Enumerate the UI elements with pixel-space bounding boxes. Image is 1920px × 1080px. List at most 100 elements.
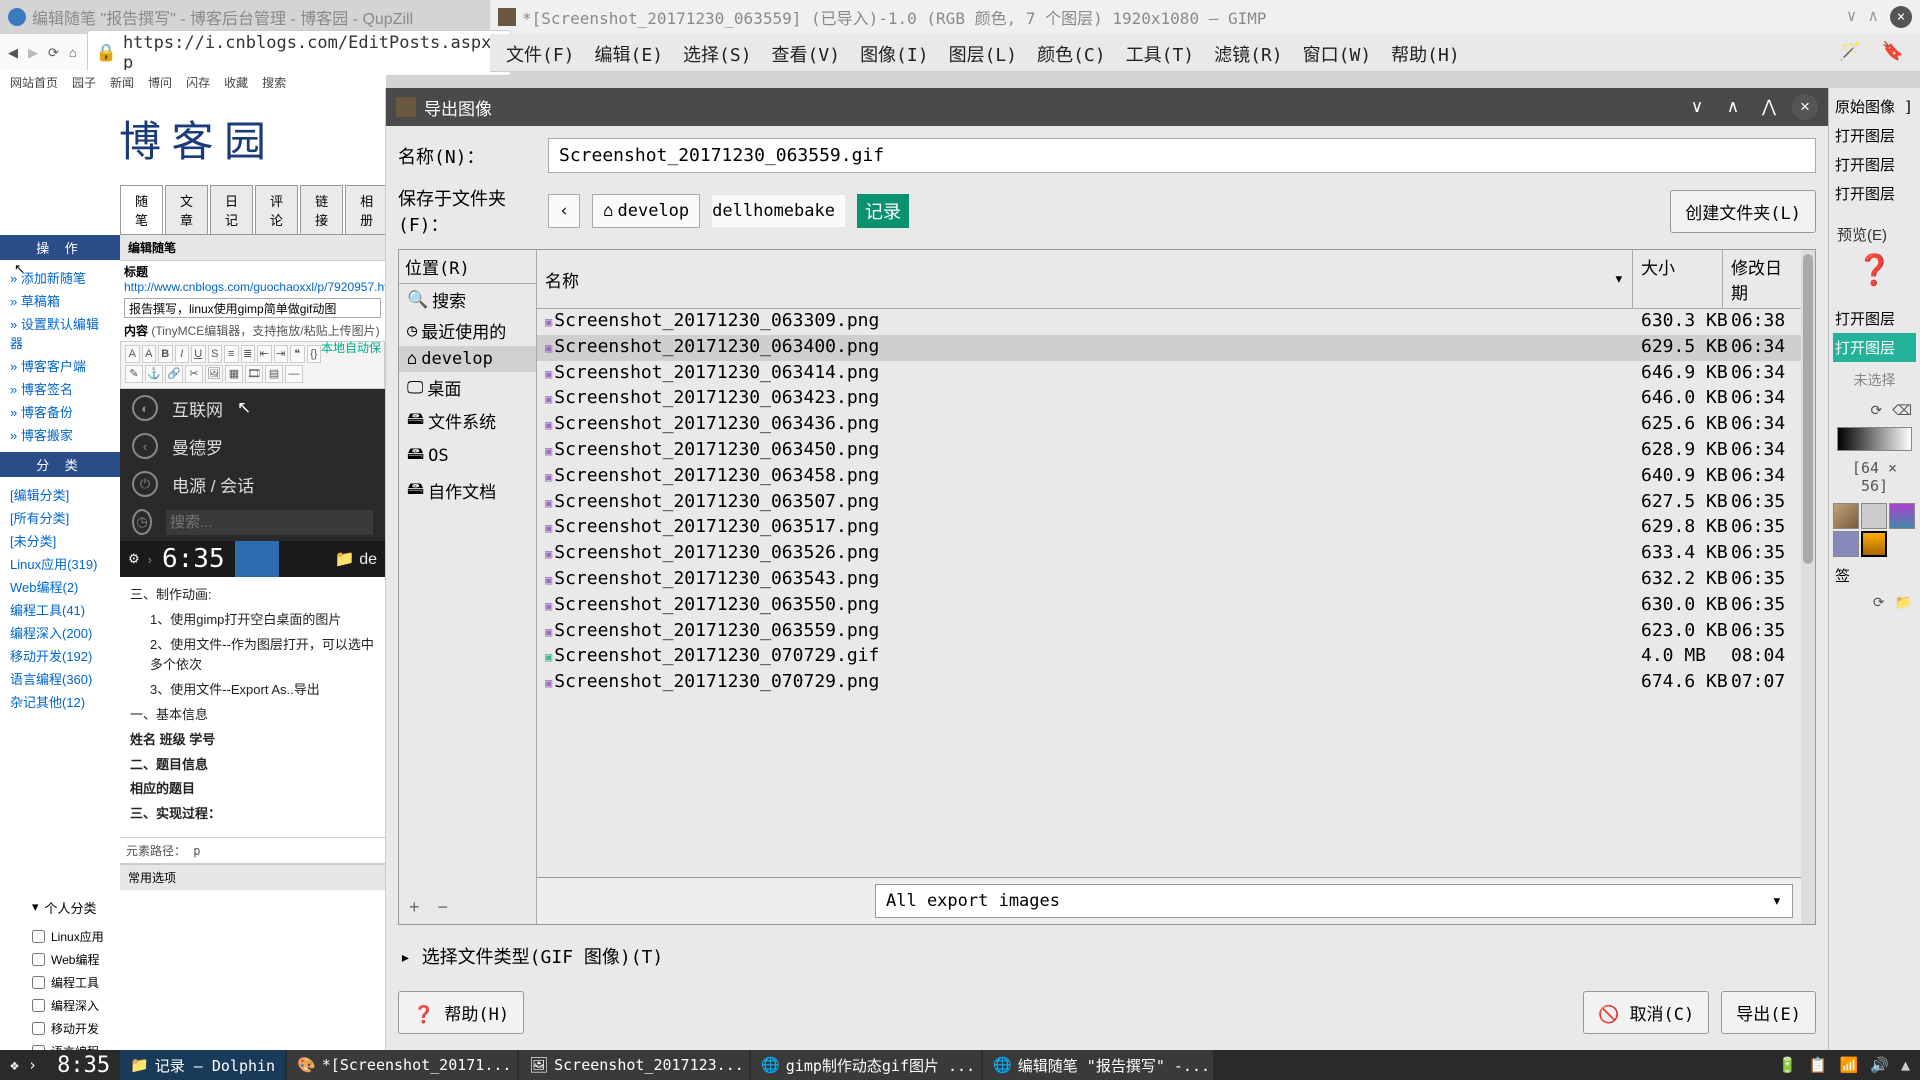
file-row[interactable]: ▣Screenshot_20171230_063436.png625.6 KB0… xyxy=(537,412,1801,438)
title-url[interactable]: http://www.cnblogs.com/guochaoxxl/p/7920… xyxy=(124,280,386,294)
filetype-expander[interactable]: ▸ 选择文件类型(GIF 图像)(T) xyxy=(398,937,1816,975)
tab-comment[interactable]: 评论 xyxy=(255,185,298,234)
file-row[interactable]: ▣Screenshot_20171230_063543.png632.2 KB0… xyxy=(537,567,1801,593)
task-gimp3[interactable]: 🌐 gimp制作动态gif图片 ... xyxy=(751,1050,981,1080)
link-client[interactable]: 博客客户端 xyxy=(10,354,110,377)
minimize-icon[interactable]: ∨ xyxy=(1847,6,1857,28)
rte-edit-icon[interactable]: ✎ xyxy=(125,365,143,383)
rte-font-icon[interactable]: A xyxy=(125,345,140,363)
col-size[interactable]: 大小 xyxy=(1633,250,1723,308)
rte-underline-icon[interactable]: U xyxy=(191,345,206,363)
rte-hr-icon[interactable]: — xyxy=(285,365,303,383)
forward-icon[interactable]: ▶ xyxy=(28,44,38,62)
rte-film-icon[interactable]: 🎞 xyxy=(245,365,263,383)
rte-anchor-icon[interactable]: ⚓ xyxy=(145,365,163,383)
tab-diary[interactable]: 日记 xyxy=(210,185,253,234)
dark-search[interactable] xyxy=(166,510,373,535)
add-place-icon[interactable]: + xyxy=(409,897,420,918)
menu-layers[interactable]: 图层(L) xyxy=(941,38,1026,67)
place-recent[interactable]: ◷最近使用的 xyxy=(399,315,536,346)
task-dolphin[interactable]: 📁 记录 — Dolphin xyxy=(120,1050,285,1080)
filename-input[interactable] xyxy=(548,138,1816,173)
menu-tools[interactable]: 工具(T) xyxy=(1118,38,1203,67)
wifi-icon[interactable]: 📶 xyxy=(1840,1056,1859,1074)
file-row[interactable]: ▣Screenshot_20171230_063559.png623.0 KB0… xyxy=(537,619,1801,645)
rte-link-icon[interactable]: 🔗 xyxy=(165,365,183,383)
chevron-up-icon[interactable]: ∧ xyxy=(1720,94,1746,120)
url-bar[interactable]: 🔒 https://i.cnblogs.com/EditPosts.aspx?p xyxy=(87,30,511,76)
gimp-menubar[interactable]: 文件(F) 编辑(E) 选择(S) 查看(V) 图像(I) 图层(L) 颜色(C… xyxy=(490,34,1920,72)
tool-wand-icon[interactable]: 🪄 xyxy=(1831,38,1869,67)
path-chip-dellhomebake[interactable]: dellhomebake xyxy=(712,195,845,227)
create-folder-button[interactable]: 创建文件夹(L) xyxy=(1670,190,1816,233)
rte-quote-icon[interactable]: ❝ xyxy=(290,345,305,363)
rte-outdent-icon[interactable]: ⇤ xyxy=(257,345,272,363)
link-cat-tools[interactable]: 编程工具(41) xyxy=(10,598,110,621)
export-button[interactable]: 导出(E) xyxy=(1721,991,1816,1034)
layer-item[interactable]: 打开图层 xyxy=(1833,179,1916,208)
category-checkbox[interactable]: 移动开发 xyxy=(32,1017,228,1040)
link-signature[interactable]: 博客签名 xyxy=(10,377,110,400)
place-develop[interactable]: ⌂develop xyxy=(399,346,536,372)
rte-ol-icon[interactable]: ≣ xyxy=(241,345,256,363)
link-cat-mobile[interactable]: 移动开发(192) xyxy=(10,644,110,667)
file-row[interactable]: ▣Screenshot_20171230_063507.png627.5 KB0… xyxy=(537,490,1801,516)
volume-icon[interactable]: 🔊 xyxy=(1870,1056,1889,1074)
menu-help[interactable]: 帮助(H) xyxy=(1383,38,1468,67)
task-browser[interactable]: 🌐 编辑随笔 "报告撰写" -... xyxy=(983,1050,1213,1080)
layer-item[interactable]: 打开图层 xyxy=(1833,304,1916,333)
menu-icon[interactable]: ⋀ xyxy=(1756,94,1782,120)
help-button[interactable]: ❓ 帮助(H) xyxy=(398,991,524,1034)
file-row[interactable]: ▣Screenshot_20171230_063400.png629.5 KB0… xyxy=(537,335,1801,361)
menu-colors[interactable]: 颜色(C) xyxy=(1029,38,1114,67)
title-input[interactable] xyxy=(124,298,381,318)
close-icon[interactable]: × xyxy=(1890,6,1912,28)
rte-italic-icon[interactable]: I xyxy=(175,345,190,363)
rte-unlink-icon[interactable]: ✂ xyxy=(185,365,203,383)
link-cat-deep[interactable]: 编程深入(200) xyxy=(10,621,110,644)
chevron-down-icon[interactable]: ∨ xyxy=(1684,94,1710,120)
file-row[interactable]: ▣Screenshot_20171230_063414.png646.9 KB0… xyxy=(537,361,1801,387)
back-icon[interactable]: ◀ xyxy=(8,44,18,62)
file-row[interactable]: ▣Screenshot_20171230_063526.png633.4 KB0… xyxy=(537,541,1801,567)
link-new-post[interactable]: 添加新随笔 xyxy=(10,266,110,289)
remove-place-icon[interactable]: − xyxy=(438,897,449,918)
file-row[interactable]: ▣Screenshot_20171230_070729.gif4.0 MB08:… xyxy=(537,644,1801,670)
col-date[interactable]: 修改日期 xyxy=(1723,250,1801,308)
pattern-thumb[interactable] xyxy=(1861,531,1887,557)
tag-field[interactable]: 签 xyxy=(1833,561,1916,590)
path-record[interactable]: 记录 xyxy=(857,194,909,228)
path-back-button[interactable]: ‹ xyxy=(548,194,580,228)
link-move[interactable]: 博客搬家 xyxy=(10,423,110,446)
notifications-icon[interactable]: ▲ xyxy=(1901,1056,1910,1074)
tool-flip-icon[interactable]: 🔖 xyxy=(1874,38,1912,67)
menu-filters[interactable]: 滤镜(R) xyxy=(1206,38,1291,67)
post-body[interactable]: 三、制作动画: 1、使用gimp打开空白桌面的图片 2、使用文件--作为图层打开… xyxy=(120,577,385,837)
file-row[interactable]: ▣Screenshot_20171230_063458.png640.9 KB0… xyxy=(537,464,1801,490)
rte-ul-icon[interactable]: ≡ xyxy=(224,345,239,363)
place-filesystem[interactable]: 🖴文件系统 xyxy=(399,403,536,438)
category-checkbox[interactable]: 编程深入 xyxy=(32,994,228,1017)
layer-item[interactable]: 打开图层 xyxy=(1833,121,1916,150)
delete-icon[interactable]: ⌫ xyxy=(1892,402,1912,419)
expand-icon[interactable]: ▾ xyxy=(32,899,39,915)
reload-icon[interactable]: ⟳ xyxy=(48,44,59,62)
place-os[interactable]: 🖴OS xyxy=(399,438,536,473)
original-image-tab[interactable]: 原始图像 ] xyxy=(1833,92,1916,121)
rte-table-icon[interactable]: ▤ xyxy=(265,365,283,383)
menu-view[interactable]: 查看(V) xyxy=(764,38,849,67)
category-checkbox[interactable]: 编程工具 xyxy=(32,971,228,994)
menu-image[interactable]: 图像(I) xyxy=(852,38,937,67)
reload-icon[interactable]: ⟳ xyxy=(1873,594,1885,611)
rte-strike-icon[interactable]: S xyxy=(208,345,223,363)
link-cat-linux[interactable]: Linux应用(319) xyxy=(10,552,110,575)
link-cat-misc[interactable]: 杂记其他(12) xyxy=(10,690,110,713)
tab-article[interactable]: 文章 xyxy=(165,185,208,234)
place-desktop[interactable]: 🖵桌面 xyxy=(399,372,536,403)
category-checkbox[interactable]: Web编程 xyxy=(32,948,228,971)
pattern-thumbs[interactable] xyxy=(1833,499,1916,561)
path-chip-home[interactable]: ⌂develop xyxy=(592,194,700,228)
file-row[interactable]: ▣Screenshot_20171230_063423.png646.0 KB0… xyxy=(537,386,1801,412)
link-cat-web[interactable]: Web编程(2) xyxy=(10,575,110,598)
link-drafts[interactable]: 草稿箱 xyxy=(10,289,110,312)
